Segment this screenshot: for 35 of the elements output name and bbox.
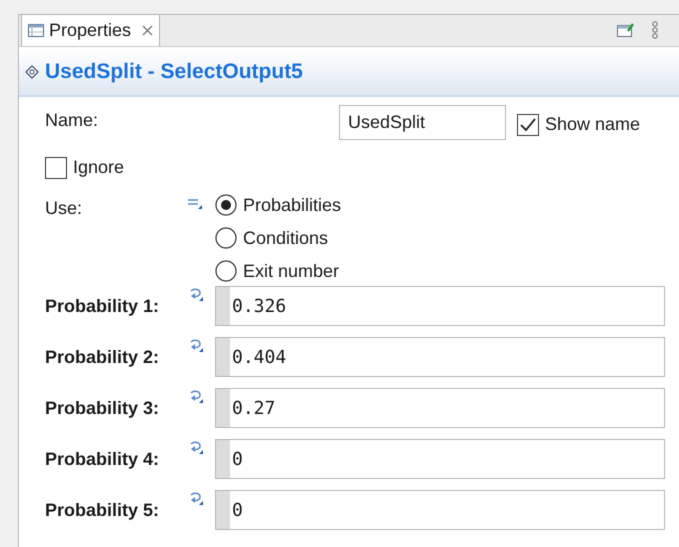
- probability-label: Probability 4:: [45, 448, 160, 471]
- probability-label: Probability 5:: [45, 498, 160, 522]
- more-icon[interactable]: [651, 21, 659, 39]
- checkbox-label: Ignore: [73, 156, 124, 179]
- dynamic-value-icon[interactable]: [188, 288, 204, 302]
- radio-label[interactable]: Probabilities: [243, 194, 342, 216]
- show-name-checkbox[interactable]: Show name: [517, 111, 640, 138]
- diamond-icon: [25, 65, 39, 79]
- probability-label: Probability 2:: [45, 346, 160, 369]
- dynamic-value-icon[interactable]: [188, 441, 204, 455]
- name-field[interactable]: UsedSplit: [339, 105, 506, 140]
- checkbox[interactable]: [45, 156, 67, 178]
- dynamic-value-icon[interactable]: [188, 492, 204, 506]
- name-label: Name:: [45, 109, 98, 132]
- radio-button[interactable]: [215, 194, 237, 216]
- probability-field[interactable]: 0.404: [215, 337, 665, 377]
- probability-label: Probability 1:: [45, 294, 160, 318]
- dynamic-value-icon[interactable]: [188, 339, 204, 353]
- dynamic-value-icon[interactable]: [188, 390, 204, 404]
- radio-button[interactable]: [215, 260, 237, 282]
- radio-label[interactable]: Conditions: [243, 227, 328, 249]
- probability-field[interactable]: 0: [215, 439, 665, 479]
- radio-button[interactable]: [215, 227, 237, 249]
- probability-field[interactable]: 0.326: [215, 286, 665, 326]
- close-icon[interactable]: [142, 25, 154, 36]
- probability-label: Probability 3:: [45, 396, 160, 420]
- table-icon: [28, 24, 44, 37]
- checkbox[interactable]: [517, 114, 539, 136]
- probability-field[interactable]: 0: [215, 490, 665, 530]
- use-label: Use:: [45, 197, 82, 220]
- pin-icon[interactable]: [617, 22, 635, 38]
- probability-field[interactable]: 0.27: [215, 388, 665, 428]
- radio-label[interactable]: Exit number: [243, 260, 340, 282]
- static-value-icon[interactable]: [188, 198, 203, 210]
- properties-tab[interactable]: Properties: [21, 14, 160, 46]
